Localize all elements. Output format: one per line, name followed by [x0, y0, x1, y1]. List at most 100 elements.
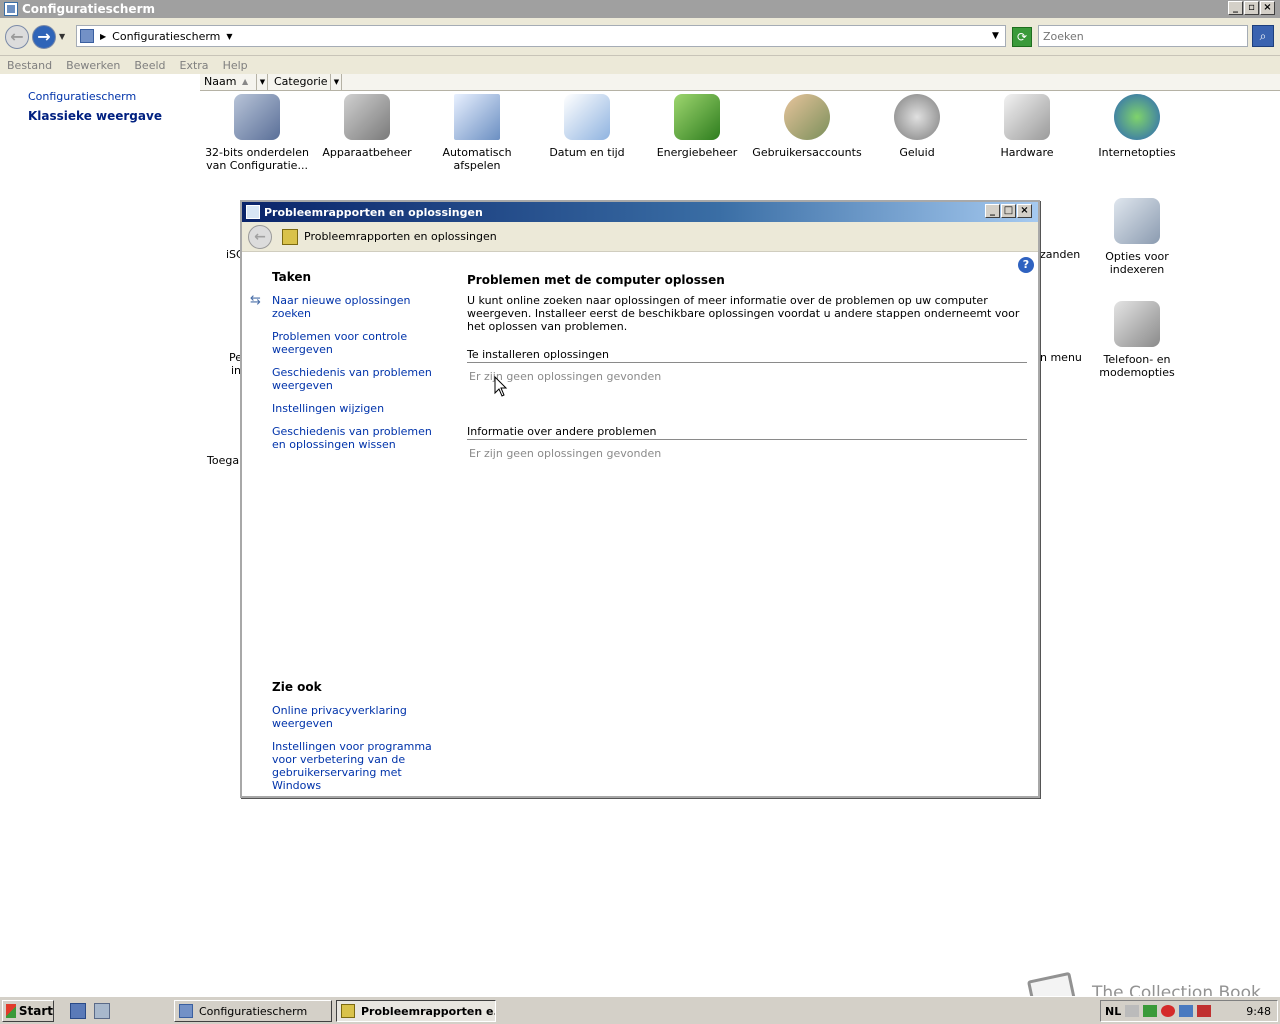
dialog-close-button[interactable]: × [1017, 204, 1032, 218]
taskbar: Start Configuratiescherm Probleemrapport… [0, 996, 1280, 1024]
cp-item-label: Internetopties [1098, 146, 1176, 159]
cp-item-label: Energiebeheer [656, 146, 738, 159]
dialog-maximize-button[interactable]: □ [1001, 204, 1016, 218]
dialog-back-button[interactable]: ← [248, 224, 272, 249]
cp-item-indexeren[interactable]: Opties voor indexeren [1082, 198, 1192, 276]
breadcrumb-separator-icon[interactable]: ▶ [100, 32, 106, 41]
ceip-settings-link[interactable]: Instellingen voor programma voor verbete… [272, 740, 444, 792]
cp-item-partial-zanden[interactable]: zanden [1040, 248, 1080, 261]
recent-pages-dropdown[interactable]: ▼ [59, 32, 65, 41]
restore-button[interactable]: ▫ [1244, 1, 1259, 15]
section-other-problems-heading: Informatie over andere problemen [467, 425, 1027, 440]
address-path[interactable]: Configuratiescherm [112, 30, 220, 43]
cp-item-internetopties[interactable]: Internetopties [1082, 94, 1192, 159]
classic-view-link[interactable]: Klassieke weergave [28, 109, 162, 123]
volume-muted-icon[interactable] [1197, 1005, 1212, 1017]
tasks-heading: Taken [272, 270, 312, 284]
cp-item-partial-menu[interactable]: n menu [1040, 351, 1082, 364]
menu-bewerken[interactable]: Bewerken [59, 59, 127, 72]
main-window-titlebar[interactable]: Configuratiescherm _ ▫ × [0, 0, 1280, 18]
cp-item-geluid[interactable]: Geluid [862, 94, 972, 159]
back-button[interactable]: ← [5, 25, 29, 49]
cp-item-label: Opties voor indexeren [1105, 250, 1169, 276]
see-also-heading: Zie ook [272, 680, 322, 694]
language-indicator[interactable]: NL [1105, 1005, 1121, 1018]
start-button[interactable]: Start [2, 1000, 54, 1022]
keyboard-icon[interactable] [1125, 1005, 1140, 1017]
dialog-content: Problemen met de computer oplossen U kun… [467, 273, 1027, 460]
menu-help[interactable]: Help [216, 59, 255, 72]
problem-reports-icon [341, 1004, 355, 1018]
task-view-problems-to-check[interactable]: Problemen voor controle weergeven [272, 330, 444, 356]
internet-options-icon [1114, 94, 1160, 140]
components-icon [234, 94, 280, 140]
cp-item-label: Telefoon- en modemopties [1099, 353, 1175, 379]
cp-item-autoplay[interactable]: Automatisch afspelen [422, 94, 532, 172]
cp-item-label: Gebruikersaccounts [752, 146, 862, 159]
link-label: Instellingen voor programma voor verbete… [272, 740, 432, 792]
section-other-problems-empty: Er zijn geen oplossingen gevonden [469, 447, 662, 460]
content-intro: U kunt online zoeken naar oplossingen of… [467, 294, 1020, 333]
privacy-statement-link[interactable]: Online privacyverklaring weergeven [272, 704, 444, 730]
column-categorie[interactable]: Categorie ▼ [270, 74, 342, 90]
control-panel-icon [4, 2, 18, 16]
task-view-problem-history[interactable]: Geschiedenis van problemen weergeven [272, 366, 444, 392]
user-accounts-icon [784, 94, 830, 140]
task-search-solutions[interactable]: ⇆ Naar nieuwe oplossingen zoeken [250, 294, 444, 320]
windows-flag-icon [6, 1004, 16, 1018]
close-button[interactable]: × [1260, 1, 1275, 15]
taskbar-button-label: Configuratiescherm [199, 1004, 308, 1018]
cp-item-gebruikersaccounts[interactable]: Gebruikersaccounts [752, 94, 862, 159]
menu-extra[interactable]: Extra [173, 59, 216, 72]
taskbar-button-probleemrapporten[interactable]: Probleemrapporten e... [336, 1000, 496, 1022]
system-tray: NL 9:48 [1100, 1000, 1278, 1022]
clock[interactable]: 9:48 [1246, 1005, 1271, 1018]
main-window-title: Configuratiescherm [22, 2, 155, 16]
sound-icon [894, 94, 940, 140]
column-categorie-dropdown[interactable]: ▼ [330, 74, 342, 90]
phone-modem-icon [1114, 301, 1160, 347]
cp-item-datum-tijd[interactable]: Datum en tijd [532, 94, 642, 159]
server-manager-icon[interactable] [94, 1003, 110, 1019]
cp-item-label: Geluid [899, 146, 935, 159]
dialog-navbar: ← Probleemrapporten en oplossingen [242, 222, 1038, 252]
cp-item-energiebeheer[interactable]: Energiebeheer [642, 94, 752, 159]
menu-bestand[interactable]: Bestand [0, 59, 59, 72]
alert-icon[interactable] [1161, 1005, 1176, 1017]
cp-item-32bit[interactable]: 32-bits onderdelen van Configuratie... [202, 94, 312, 172]
task-change-settings[interactable]: Instellingen wijzigen [272, 402, 444, 415]
minimize-button[interactable]: _ [1228, 1, 1243, 15]
task-label: Geschiedenis van problemen weergeven [272, 366, 432, 392]
see-also-pane: Zie ook Online privacyverklaring weergev… [272, 680, 444, 802]
task-clear-history[interactable]: Geschiedenis van problemen en oplossinge… [272, 425, 444, 451]
network-icon[interactable] [1179, 1005, 1194, 1017]
control-panel-home-link[interactable]: Configuratiescherm [28, 90, 136, 103]
sort-ascending-icon: ▲ [242, 77, 249, 86]
taskbar-button-configuratiescherm[interactable]: Configuratiescherm [174, 1000, 332, 1022]
address-dropdown[interactable]: ▼ [992, 31, 999, 41]
show-desktop-icon[interactable] [70, 1003, 86, 1019]
dialog-title: Probleemrapporten en oplossingen [264, 205, 483, 219]
cp-item-hardware[interactable]: Hardware [972, 94, 1082, 159]
column-naam[interactable]: Naam ▲ ▼ [200, 74, 268, 90]
link-label: Online privacyverklaring weergeven [272, 704, 407, 730]
mouse-cursor-icon [494, 376, 508, 397]
cp-item-label: 32-bits onderdelen van Configuratie... [205, 146, 309, 172]
security-shield-icon[interactable] [1143, 1005, 1158, 1017]
search-icon[interactable]: ⌕ [1252, 25, 1274, 47]
dialog-minimize-button[interactable]: _ [985, 204, 1000, 218]
column-header: Naam ▲ ▼ Categorie ▼ [200, 74, 1280, 91]
address-field[interactable]: ▶ Configuratiescherm ▼ [76, 25, 1006, 47]
forward-button[interactable]: → [32, 25, 56, 49]
dialog-breadcrumb[interactable]: Probleemrapporten en oplossingen [304, 230, 497, 243]
help-icon[interactable]: ? [1018, 257, 1034, 273]
cp-item-apparaatbeheer[interactable]: Apparaatbeheer [312, 94, 422, 159]
search-input[interactable] [1038, 25, 1248, 47]
control-panel-icon [179, 1004, 193, 1018]
column-naam-dropdown[interactable]: ▼ [256, 74, 268, 90]
cp-item-telefoon-modem[interactable]: Telefoon- en modemopties [1082, 301, 1192, 379]
dialog-titlebar[interactable]: Probleemrapporten en oplossingen _ □ × [242, 202, 1038, 222]
refresh-button[interactable]: ⟳ [1012, 27, 1032, 47]
breadcrumb-dropdown-icon[interactable]: ▼ [226, 32, 232, 41]
menu-beeld[interactable]: Beeld [127, 59, 172, 72]
